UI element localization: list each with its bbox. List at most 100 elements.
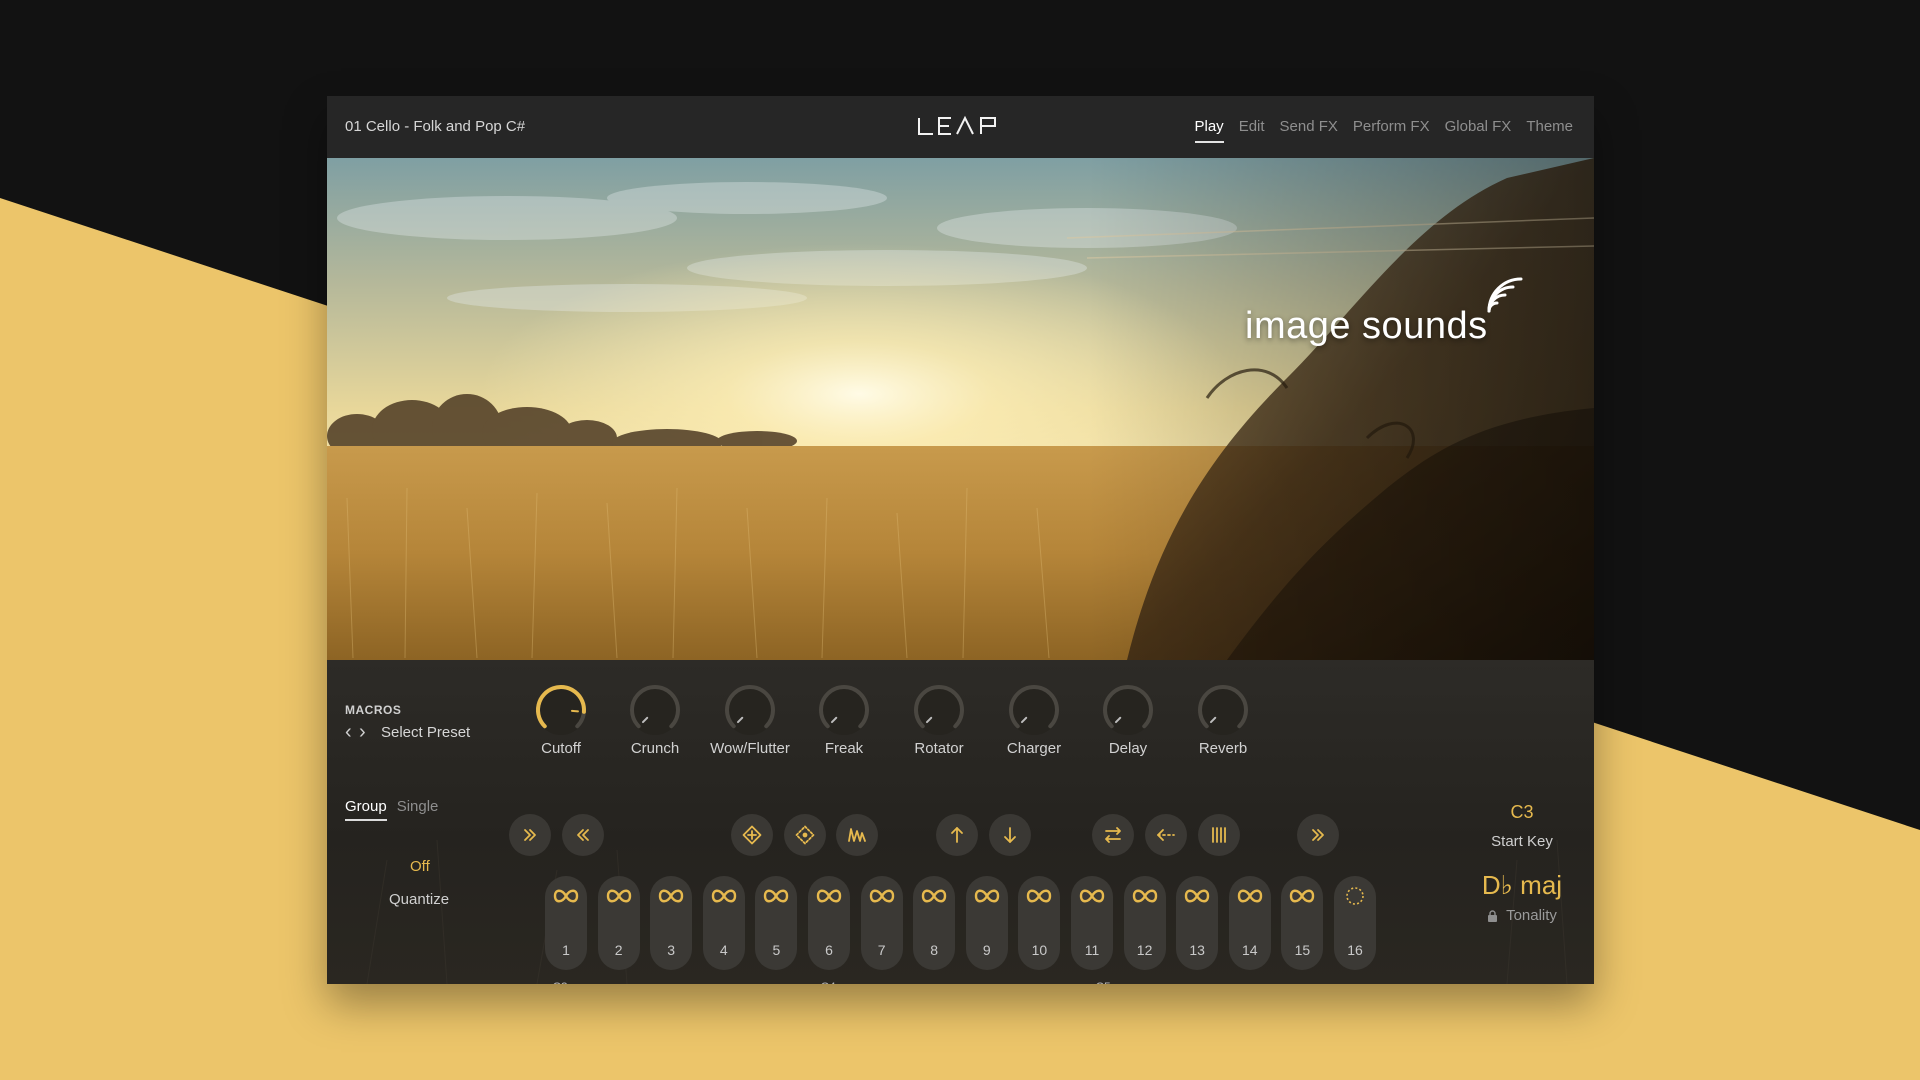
fast-forward-icon <box>1312 829 1324 841</box>
tab-edit[interactable]: Edit <box>1239 118 1265 135</box>
knob-rotator[interactable]: Rotator <box>892 684 986 757</box>
tab-global-fx[interactable]: Global FX <box>1445 118 1512 135</box>
mode-tabs: Group Single <box>345 798 439 821</box>
fast-forward-button[interactable] <box>509 814 551 856</box>
loop-slot-15[interactable]: 15 <box>1281 876 1324 970</box>
loop-slot-1[interactable]: 1 <box>545 876 587 970</box>
quantize-label: Quantize <box>389 891 450 908</box>
lock-icon[interactable] <box>1487 909 1498 922</box>
loop-slot-3[interactable]: 3 <box>650 876 693 970</box>
loop-slot-11[interactable]: 11 <box>1071 876 1113 970</box>
tab-play[interactable]: Play <box>1194 118 1224 143</box>
control-panel: MACROS ‹ › Select Preset Cutoff Crunch Wow… <box>327 660 1594 984</box>
loop-slot-16[interactable]: 16 <box>1334 876 1376 970</box>
infinity-loop-icon <box>1237 889 1262 903</box>
slot-number: 2 <box>614 942 623 958</box>
infinity-loop-icon <box>1290 889 1315 903</box>
waveform-icon <box>848 828 866 842</box>
dotted-arrow-left-button[interactable] <box>1145 814 1187 856</box>
quantize-value[interactable]: Off <box>410 858 430 875</box>
shuffle-diamond-icon <box>742 825 762 845</box>
chevron-left-icon[interactable]: ‹ <box>345 722 359 742</box>
start-key-label: Start Key <box>1491 833 1553 850</box>
leap-logo <box>918 115 996 135</box>
chevron-right-icon[interactable]: › <box>359 722 373 742</box>
select-preset-label[interactable]: Select Preset <box>381 724 470 741</box>
dots-diamond-icon <box>795 825 815 845</box>
reverse-button[interactable] <box>1092 814 1134 856</box>
macros-title: MACROS <box>345 703 402 717</box>
knob-label: Charger <box>1006 740 1062 757</box>
instrument-artwork: image sounds <box>327 158 1594 660</box>
infinity-loop-icon <box>921 889 947 903</box>
knob-delay[interactable]: Delay <box>1081 684 1175 757</box>
signal-waves-icon <box>1487 277 1523 313</box>
loop-slot-6[interactable]: 6 <box>808 876 850 970</box>
leap-plugin-window: 01 Cello - Folk and Pop C# Play Edit Sen… <box>327 96 1594 984</box>
slot-number: 13 <box>1189 942 1205 958</box>
loop-slot-10[interactable]: 10 <box>1018 876 1061 970</box>
loop-slot-9[interactable]: 9 <box>965 876 1008 970</box>
start-key-value[interactable]: C3 <box>1447 802 1594 823</box>
octave-label-c5: C5 <box>1082 980 1124 984</box>
rewind-button[interactable] <box>562 814 604 856</box>
infinity-loop-icon <box>1184 889 1210 903</box>
octave-label-c4: C4 <box>807 980 849 984</box>
arrow-down-button[interactable] <box>989 814 1031 856</box>
knob-label: Rotator <box>914 740 964 757</box>
slot-number: 1 <box>562 942 570 958</box>
knob-wow-flutter[interactable]: Wow/Flutter <box>703 684 797 757</box>
slot-number: 3 <box>667 942 676 958</box>
arrow-down-icon <box>1004 827 1016 843</box>
octave-label-c3: C3 <box>539 980 581 984</box>
slot-number: 10 <box>1031 942 1048 958</box>
arrow-up-button[interactable] <box>936 814 978 856</box>
loop-slot-13[interactable]: 13 <box>1176 876 1219 970</box>
bars-button[interactable] <box>1198 814 1240 856</box>
tab-theme[interactable]: Theme <box>1526 118 1573 135</box>
tonality-value[interactable]: D♭ maj <box>1447 870 1594 901</box>
rewind-icon <box>577 829 589 841</box>
header-bar: 01 Cello - Folk and Pop C# Play Edit Sen… <box>327 96 1594 158</box>
tab-group[interactable]: Group <box>345 798 387 821</box>
infinity-loop-icon <box>974 889 999 903</box>
reverse-icon <box>1105 827 1121 843</box>
knob-reverb[interactable]: Reverb <box>1176 684 1270 757</box>
knob-freak[interactable]: Freak <box>797 684 891 757</box>
tab-single[interactable]: Single <box>397 798 439 815</box>
loop-slot-5[interactable]: 5 <box>755 876 798 970</box>
dots-diamond-button[interactable] <box>784 814 826 856</box>
loop-slot-14[interactable]: 14 <box>1228 876 1271 970</box>
loop-slot-12[interactable]: 12 <box>1123 876 1166 970</box>
slot-number: 4 <box>719 942 728 958</box>
waveform-button[interactable] <box>836 814 878 856</box>
brand-logo-text: image sounds <box>1245 305 1488 347</box>
fast-forward-button[interactable] <box>1297 814 1339 856</box>
knob-label: Reverb <box>1198 740 1248 757</box>
loop-slot-2[interactable]: 2 <box>597 876 640 970</box>
fast-forward-icon <box>524 829 536 841</box>
tab-perform-fx[interactable]: Perform FX <box>1353 118 1430 135</box>
loop-slot-8[interactable]: 8 <box>913 876 956 970</box>
infinity-loop-icon <box>606 889 631 903</box>
shuffle-diamond-button[interactable] <box>731 814 773 856</box>
infinity-loop-icon <box>553 889 579 903</box>
knob-cutoff[interactable]: Cutoff <box>514 684 608 757</box>
knob-label: Delay <box>1108 740 1148 757</box>
knob-label: Wow/Flutter <box>710 740 790 757</box>
knob-label: Cutoff <box>541 740 581 757</box>
arrow-up-icon <box>951 827 963 843</box>
slot-number: 14 <box>1242 942 1258 958</box>
slot-number: 16 <box>1347 942 1363 958</box>
tonality-label: Tonality <box>1506 907 1557 924</box>
slot-number: 6 <box>825 942 833 958</box>
loop-slot-7[interactable]: 7 <box>860 876 903 970</box>
infinity-loop-icon <box>764 889 789 903</box>
knob-charger[interactable]: Charger <box>987 684 1081 757</box>
infinity-loop-icon <box>711 889 736 903</box>
knob-crunch[interactable]: Crunch <box>608 684 702 757</box>
tab-send-fx[interactable]: Send FX <box>1280 118 1338 135</box>
slot-number: 11 <box>1084 942 1100 958</box>
preset-name: 01 Cello - Folk and Pop C# <box>345 118 526 135</box>
loop-slot-4[interactable]: 4 <box>702 876 745 970</box>
